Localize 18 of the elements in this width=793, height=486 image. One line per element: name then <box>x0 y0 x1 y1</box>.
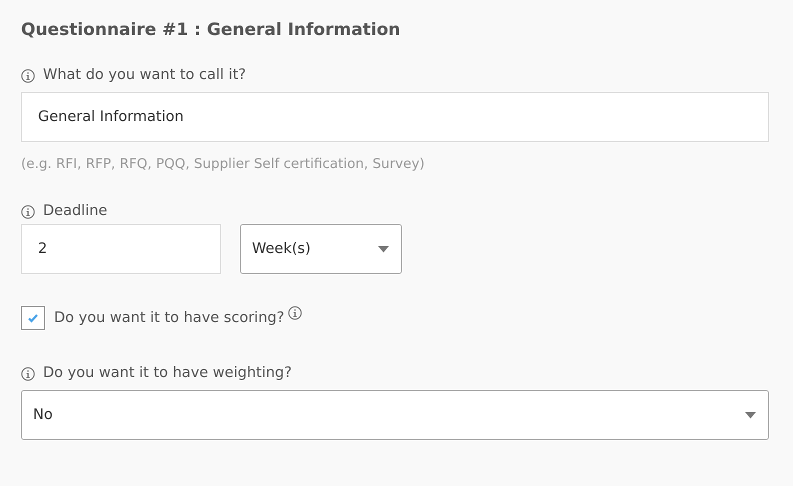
field-label: What do you want to call it? <box>43 66 246 82</box>
info-icon[interactable] <box>21 205 35 219</box>
checkbox-label: Do you want it to have scoring? <box>54 310 284 326</box>
caret-icon <box>745 412 756 418</box>
form-title: Questionnaire #1 : General Information <box>21 20 402 40</box>
info-icon[interactable] <box>21 69 35 83</box>
hint-text: (e.g. RFI, RFP, RFQ, PQQ, Supplier Self certification, Survey) <box>21 156 426 172</box>
name-input-field[interactable]: General Information <box>21 92 769 142</box>
check-icon <box>27 313 39 323</box>
unit-dropdown[interactable]: Week(s) <box>240 224 402 274</box>
scoring-checkbox[interactable] <box>21 306 45 330</box>
deadline-input-field[interactable]: 2 <box>21 224 221 274</box>
caret-icon <box>378 246 389 252</box>
weighting-dropdown[interactable]: No <box>21 390 769 440</box>
field-label: Deadline <box>43 203 108 219</box>
field-label: Do you want it to have weighting? <box>43 364 292 380</box>
info-icon[interactable] <box>288 306 302 320</box>
info-icon[interactable] <box>21 367 35 381</box>
